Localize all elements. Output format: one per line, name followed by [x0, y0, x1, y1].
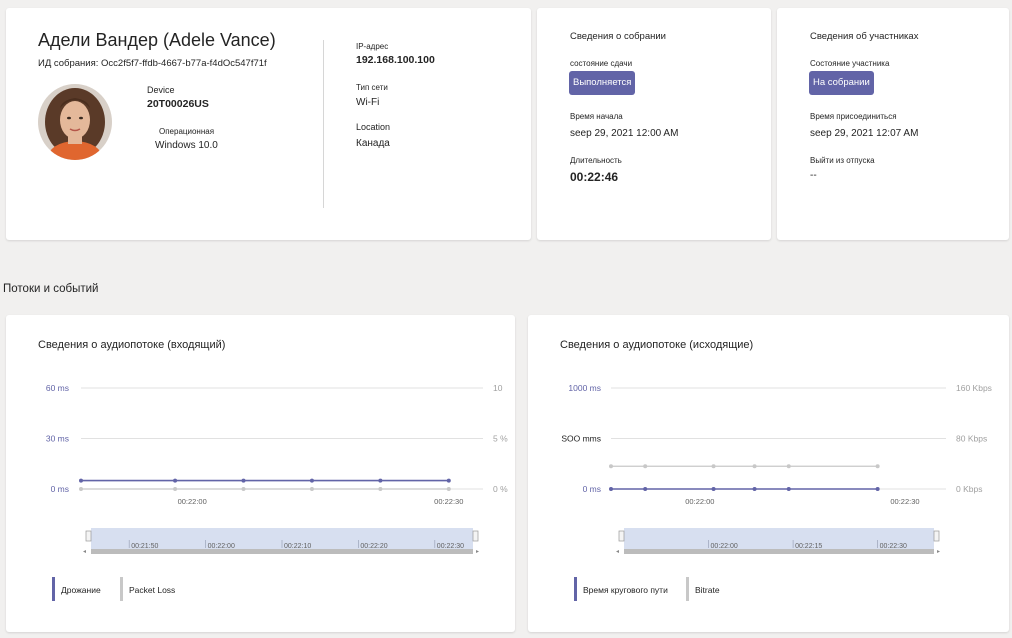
- duration-value: 00:22:46: [570, 170, 619, 184]
- data-point: [446, 487, 451, 491]
- y-right-tick-label: 160 Kbps: [956, 383, 992, 393]
- data-point: [309, 487, 314, 491]
- y-left-tick-label: 1000 ms: [568, 383, 601, 393]
- avatar-image: [38, 84, 112, 160]
- legend-label-jitter[interactable]: Дрожание: [61, 585, 101, 595]
- y-left-tick-label: 30 ms: [46, 434, 69, 444]
- join-time-value: seep 29, 2021 12:07 AM: [810, 128, 919, 139]
- data-point: [173, 487, 178, 491]
- x-tick-label: 00:22:30: [890, 497, 919, 506]
- data-point: [711, 487, 716, 491]
- leave-time-label: Выйти из отпуска: [810, 156, 875, 165]
- audio-outgoing-card: Сведения о аудиопотоке (исходящие) 1000 …: [528, 315, 1009, 632]
- start-time-label: Время начала: [570, 112, 623, 121]
- navigator-tick-label: 00:22:30: [437, 543, 464, 550]
- range-handle-left: [85, 530, 92, 542]
- data-point: [378, 478, 383, 483]
- participant-status-badge: На собрании: [809, 71, 874, 95]
- duration-label: Длительность: [570, 156, 622, 165]
- join-time-label: Время присоединиться: [810, 112, 897, 121]
- meeting-id: ИД собрания: Occ2f5f7-ffdb-4667-b77a-f4d…: [38, 58, 267, 69]
- y-right-tick-label: 80 Kbps: [956, 434, 987, 444]
- audio-incoming-card: Сведения о аудиопотоке (входящий) 60 ms 1…: [6, 315, 515, 632]
- navigator-tick-label: 00:22:30: [880, 543, 907, 550]
- data-point: [786, 487, 791, 491]
- navigator-tick-label: 00:22:00: [208, 543, 235, 550]
- legend-label-packet-loss[interactable]: Packet Loss: [129, 585, 175, 595]
- network-value: Wi-Fi: [356, 97, 380, 108]
- legend-swatch-jitter: [52, 577, 55, 601]
- navigator-tick-label: 00:22:10: [284, 543, 311, 550]
- data-point: [79, 487, 83, 491]
- divider: [323, 40, 324, 208]
- legend-swatch-rtt: [574, 577, 577, 601]
- data-point: [446, 478, 451, 483]
- scroll-right-arrow: ▸: [937, 549, 940, 555]
- legend-label-bitrate[interactable]: Bitrate: [695, 585, 720, 595]
- data-point: [643, 487, 648, 491]
- participant-title: Сведения об участниках: [810, 31, 919, 42]
- data-point: [309, 478, 314, 483]
- range-handle-left: [618, 530, 625, 542]
- start-time-value: seep 29, 2021 12:00 AM: [570, 128, 679, 139]
- range-handle-right: [933, 530, 940, 542]
- network-label: Тип сети: [356, 83, 388, 92]
- meeting-status-label: состояние сдачи: [570, 59, 633, 68]
- location-label: Location: [356, 122, 391, 132]
- data-point: [752, 464, 757, 469]
- meeting-title: Сведения о собрании: [570, 31, 666, 42]
- scroll-left-arrow: ◂: [616, 549, 619, 555]
- ip-label: IP-адрес: [356, 42, 389, 51]
- data-point: [875, 464, 880, 469]
- navigator-tick-label: 00:21:50: [131, 543, 158, 550]
- y-left-tick-label: 60 ms: [46, 383, 69, 393]
- data-point: [79, 478, 83, 483]
- data-point: [173, 478, 178, 483]
- y-left-tick-label: 0 ms: [51, 484, 69, 494]
- x-tick-label: 00:22:00: [178, 497, 207, 506]
- avatar: [38, 84, 112, 160]
- user-name: Адели Вандер (Adele Vance): [38, 30, 276, 50]
- navigator-tick-label: 00:22:15: [795, 543, 822, 550]
- data-point: [786, 464, 791, 469]
- meeting-details-card: Сведения о собрании состояние сдачи Выпо…: [537, 8, 771, 240]
- navigator-tick-label: 00:22:00: [711, 543, 738, 550]
- user-details-card: Адели Вандер (Adele Vance) ИД собрания: …: [6, 8, 531, 240]
- y-right-tick-label: 0 Kbps: [956, 484, 982, 494]
- leave-time-value: --: [810, 170, 817, 181]
- y-left-tick-label: SOO mms: [561, 434, 601, 444]
- participant-details-card: Сведения об участниках Состояние участни…: [777, 8, 1009, 240]
- streams-section-title: Потоки и событий: [3, 283, 99, 295]
- data-point: [241, 478, 246, 483]
- data-point: [752, 487, 757, 491]
- data-point: [609, 464, 613, 469]
- location-value: Канада: [356, 138, 390, 149]
- os-label: Операционная: [159, 127, 215, 136]
- legend-swatch-packet-loss: [120, 577, 123, 601]
- x-tick-label: 00:22:00: [685, 497, 714, 506]
- data-point: [241, 487, 246, 491]
- data-point: [875, 487, 880, 491]
- scroll-right-arrow: ▸: [476, 549, 479, 555]
- data-point: [643, 464, 648, 469]
- x-tick-label: 00:22:30: [434, 497, 463, 506]
- meeting-status-badge: Выполняется: [569, 71, 636, 95]
- data-point: [378, 487, 383, 491]
- device-value: 20T00026US: [147, 98, 209, 110]
- ip-value: 192.168.100.100: [356, 54, 435, 66]
- scroll-left-arrow: ◂: [83, 549, 86, 555]
- y-left-tick-label: 0 ms: [583, 484, 601, 494]
- navigator-tick-label: 00:22:20: [360, 543, 387, 550]
- data-point: [609, 487, 613, 491]
- y-right-tick-label: 0 %: [493, 484, 508, 494]
- range-handle-right: [472, 530, 479, 542]
- legend-swatch-bitrate: [686, 577, 689, 601]
- data-point: [711, 464, 716, 469]
- participant-status-label: Состояние участника: [810, 59, 890, 68]
- y-right-tick-label: 10: [493, 383, 503, 393]
- os-value: Windows 10.0: [155, 140, 218, 151]
- legend-label-rtt[interactable]: Время кругового пути: [583, 585, 668, 595]
- device-label: Device: [147, 85, 175, 95]
- y-right-tick-label: 5 %: [493, 434, 508, 444]
